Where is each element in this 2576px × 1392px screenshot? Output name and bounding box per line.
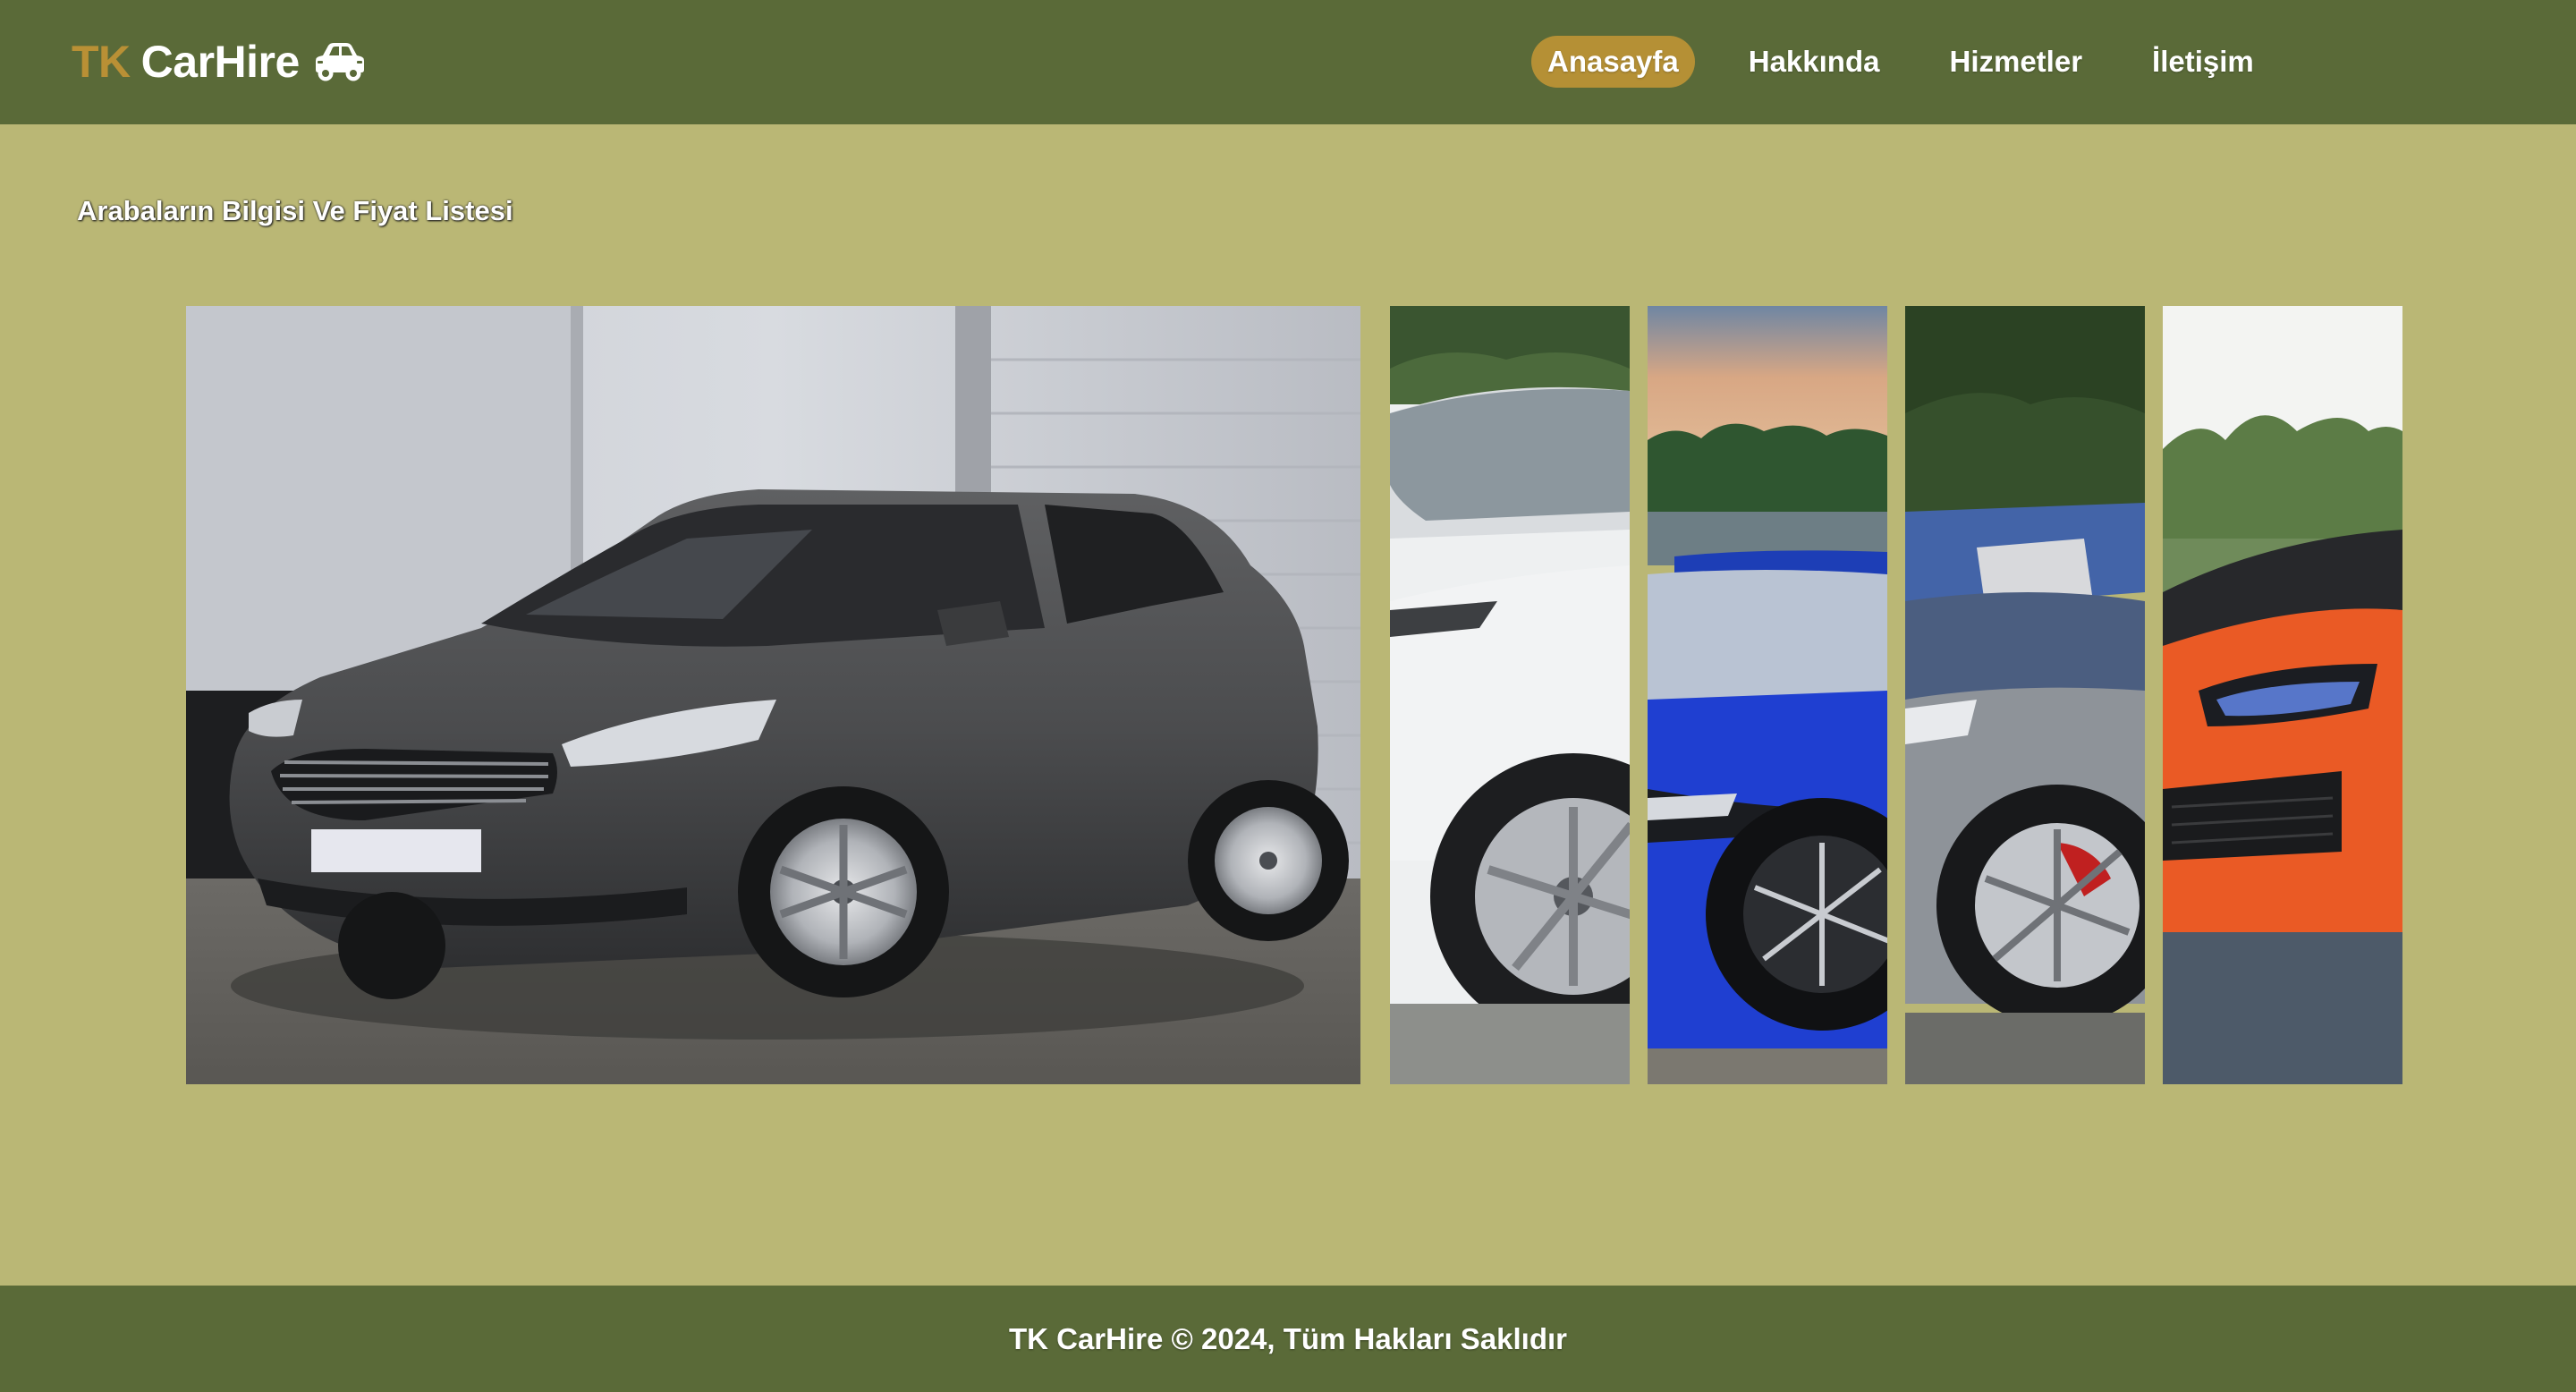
site-header: TK CarHire Anasayfa Hakkında Hizmetler İ… <box>0 0 2576 124</box>
white-suv-image <box>1390 306 1630 1084</box>
brand-prefix: TK <box>72 37 131 87</box>
nav-link-hakkinda[interactable]: Hakkında <box>1733 36 1896 88</box>
car-icon <box>315 43 364 81</box>
main-nav: Anasayfa Hakkında Hizmetler İletişim <box>1531 36 2308 88</box>
page-title: Arabaların Bilgisi Ve Fiyat Listesi <box>77 195 513 226</box>
brand-name: CarHire <box>140 37 301 87</box>
footer-copyright: TK CarHire © 2024, Tüm Hakları Saklıdır <box>1008 1321 1568 1355</box>
gallery-panel-silver-convertible[interactable] <box>1905 306 2145 1084</box>
nav-link-anasayfa[interactable]: Anasayfa <box>1531 36 1695 88</box>
brand-logo[interactable]: TK CarHire <box>72 32 368 91</box>
gallery-panel-orange-sports-car[interactable] <box>2163 306 2402 1084</box>
gallery-panel-blue-sports-sedan[interactable] <box>1648 306 1887 1084</box>
silver-convertible-image <box>1905 306 2145 1084</box>
nav-link-hizmetler[interactable]: Hizmetler <box>1933 36 2098 88</box>
dark-grey-hatchback-image <box>186 306 1360 1084</box>
nav-link-iletisim[interactable]: İletişim <box>2136 36 2270 88</box>
gallery-panel-dark-grey-hatchback[interactable] <box>186 306 1360 1084</box>
orange-sports-car-image <box>2163 306 2402 1084</box>
gallery-panel-white-suv[interactable] <box>1390 306 1630 1084</box>
blue-sports-sedan-image <box>1648 306 1887 1084</box>
site-footer: TK CarHire © 2024, Tüm Hakları Saklıdır <box>0 1286 2576 1392</box>
